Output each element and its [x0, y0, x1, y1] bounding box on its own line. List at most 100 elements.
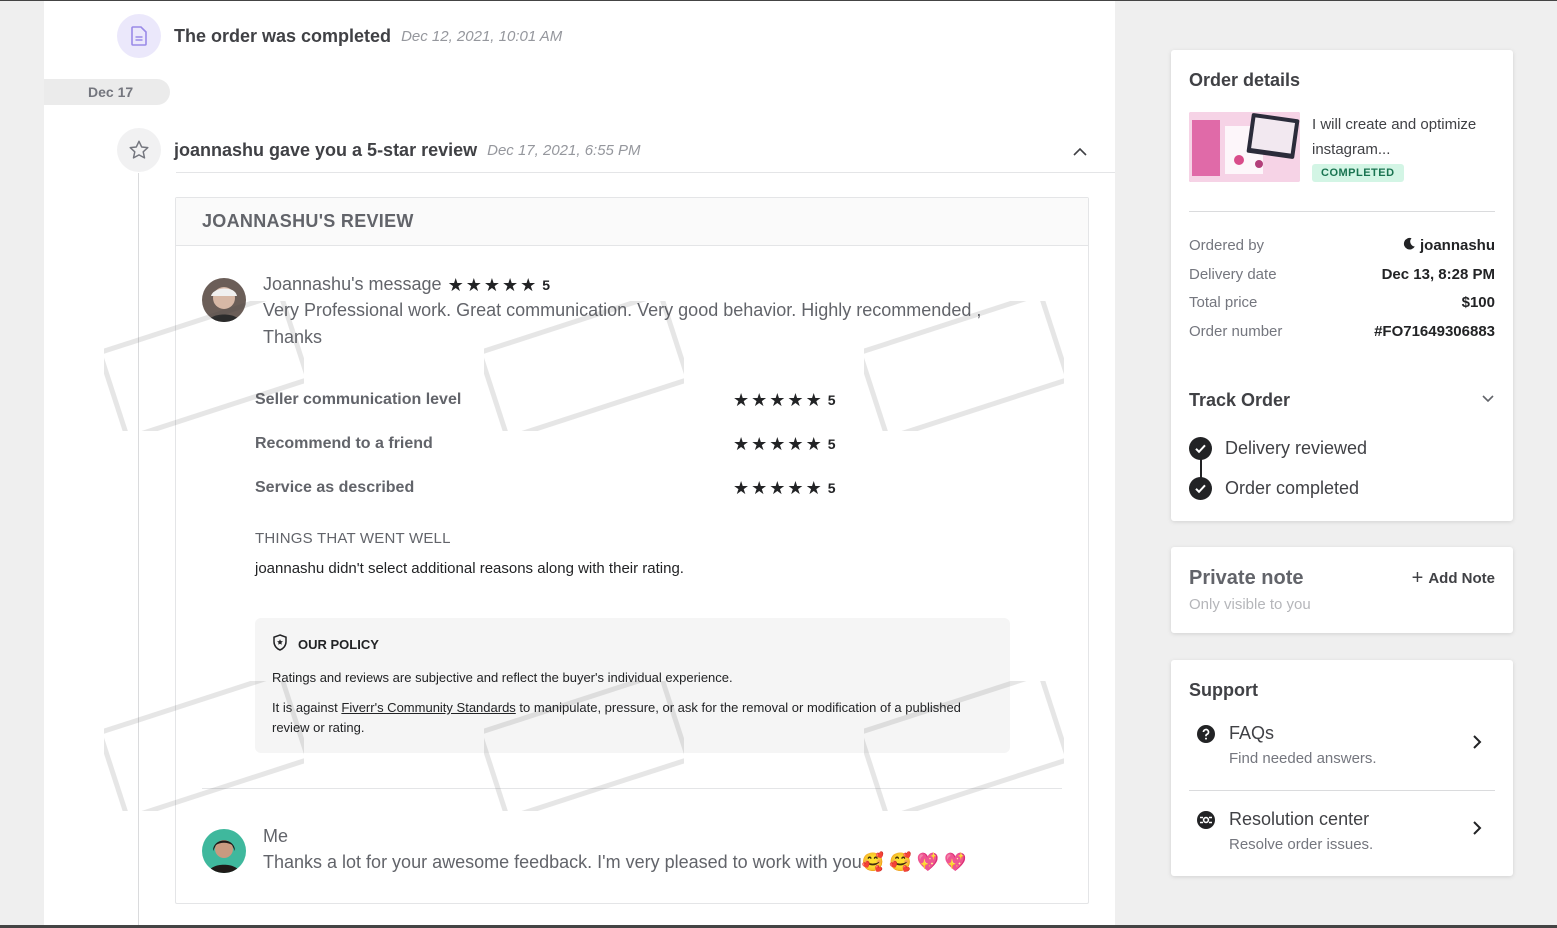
star-rating: ★ ★ ★ ★ ★ 5 — [733, 479, 836, 497]
detail-value: #FO71649306883 — [1374, 323, 1495, 340]
gig-title[interactable]: I will create and optimize instagram... — [1312, 112, 1502, 162]
star-icon: ★ — [805, 478, 822, 498]
detail-label: Order number — [1189, 323, 1283, 340]
policy-line-2: It is against Fiverr's Community Standar… — [272, 698, 993, 738]
went-well-text: joannashu didn't select additional reaso… — [255, 560, 684, 577]
star-icon: ★ — [751, 434, 768, 454]
policy-box: OUR POLICY Ratings and reviews are subje… — [255, 618, 1010, 753]
star-icon: ★ — [751, 390, 768, 410]
chevron-down-icon[interactable] — [1481, 391, 1495, 410]
support-item-label: FAQs — [1229, 723, 1275, 743]
date-separator: Dec 17 — [44, 79, 170, 105]
buyer-message-name: Joannashu's message — [263, 274, 442, 294]
order-details-title: Order details — [1189, 70, 1301, 90]
detail-value: $100 — [1461, 294, 1495, 311]
track-step-label: Order completed — [1225, 478, 1360, 498]
support-item-sub: Find needed answers. — [1229, 750, 1377, 767]
rating-label: Seller communication level — [255, 391, 462, 408]
event-date: Dec 17, 2021, 6:55 PM — [487, 141, 641, 159]
star-icon: ★ — [465, 274, 482, 295]
question-circle-icon — [1197, 725, 1215, 743]
chevron-right-icon — [1471, 819, 1483, 837]
went-well-title: THINGS THAT WENT WELL — [255, 530, 451, 547]
star-outline-icon — [117, 128, 161, 172]
detail-label: Total price — [1189, 294, 1258, 311]
chevron-right-icon — [1471, 733, 1483, 751]
policy-prefix: It is against — [272, 700, 342, 715]
divider — [1189, 790, 1495, 791]
detail-value[interactable]: joannashu — [1420, 237, 1495, 254]
star-icon: ★ — [769, 478, 786, 498]
track-order-title: Track Order — [1189, 390, 1291, 410]
divider — [202, 788, 1062, 789]
add-note-label: Add Note — [1428, 569, 1495, 587]
plus-icon: + — [1411, 567, 1424, 589]
order-details-card: Order details I will create and optimize… — [1171, 50, 1513, 521]
buyer-message: Joannashu's message ★ ★ ★ ★ ★ 5 Very Pro… — [263, 274, 1043, 351]
buyer-message-text: Very Professional work. Great communicat… — [263, 300, 982, 347]
private-note-title: Private note — [1189, 567, 1304, 589]
star-icon: ★ — [447, 274, 464, 295]
policy-line-1: Ratings and reviews are subjective and r… — [272, 670, 733, 685]
track-step-label: Delivery reviewed — [1225, 438, 1368, 458]
check-circle-icon — [1189, 477, 1212, 500]
star-rating: ★ ★ ★ ★ ★ 5 — [733, 435, 836, 453]
moon-icon — [1403, 237, 1416, 254]
event-date: Dec 12, 2021, 10:01 AM — [401, 27, 563, 45]
rating-value: 5 — [827, 392, 836, 408]
divider — [176, 172, 1115, 173]
review-card: JOANNASHU'S REVIEW Joannashu's message ★… — [175, 197, 1089, 904]
star-icon: ★ — [769, 390, 786, 410]
rating-value: 5 — [827, 436, 836, 452]
status-badge: COMPLETED — [1312, 164, 1404, 182]
add-note-button[interactable]: + Add Note — [1412, 568, 1495, 588]
rating-value: 5 — [827, 480, 836, 496]
star-icon: ★ — [787, 478, 804, 498]
timeline-line — [138, 173, 139, 925]
community-standards-link[interactable]: Fiverr's Community Standards — [341, 700, 515, 715]
gig-thumbnail[interactable] — [1189, 112, 1300, 182]
shield-icon — [272, 634, 288, 654]
rating-value: 5 — [542, 276, 551, 293]
detail-ordered-by: Ordered by joannashu — [1189, 237, 1495, 254]
seller-reply-text: Thanks a lot for your awesome feedback. … — [263, 852, 967, 872]
star-icon: ★ — [787, 434, 804, 454]
support-item-resolution-center[interactable]: Resolution center Resolve order issues. — [1189, 809, 1495, 869]
track-step: Delivery reviewed — [1189, 437, 1367, 460]
rating-row: Service as described ★ ★ ★ ★ ★ 5 — [255, 478, 855, 498]
detail-order-number: Order number #FO71649306883 — [1189, 323, 1495, 340]
divider — [1189, 211, 1495, 212]
private-note-card: Private note Only visible to you + Add N… — [1171, 547, 1513, 633]
policy-title: OUR POLICY — [298, 636, 379, 652]
rating-row: Recommend to a friend ★ ★ ★ ★ ★ 5 — [255, 434, 855, 454]
star-rating: ★ ★ ★ ★ ★ 5 — [448, 276, 551, 294]
event-title: joannashu gave you a 5-star review — [174, 139, 478, 160]
star-icon: ★ — [751, 478, 768, 498]
gig-summary[interactable]: I will create and optimize instagram... … — [1189, 112, 1502, 182]
support-item-sub: Resolve order issues. — [1229, 836, 1374, 853]
support-item-faqs[interactable]: FAQs Find needed answers. — [1189, 723, 1495, 783]
star-rating: ★ ★ ★ ★ ★ 5 — [733, 391, 836, 409]
event-order-completed: The order was completed Dec 12, 2021, 10… — [117, 14, 562, 58]
seller-reply: Me Thanks a lot for your awesome feedbac… — [263, 826, 1063, 876]
event-title: The order was completed — [174, 25, 392, 46]
star-icon: ★ — [805, 434, 822, 454]
track-connector — [1200, 459, 1202, 479]
star-icon: ★ — [733, 434, 750, 454]
star-icon: ★ — [787, 390, 804, 410]
review-header: JOANNASHU'S REVIEW — [176, 198, 1088, 246]
detail-label: Delivery date — [1189, 266, 1277, 283]
support-card: Support FAQs Find needed answers. Resolu… — [1171, 660, 1513, 876]
seller-avatar — [202, 829, 246, 873]
star-icon: ★ — [805, 390, 822, 410]
rating-row: Seller communication level ★ ★ ★ ★ ★ 5 — [255, 390, 855, 410]
seller-reply-name: Me — [263, 826, 289, 846]
star-icon: ★ — [769, 434, 786, 454]
lifebuoy-icon — [1197, 811, 1215, 829]
star-icon: ★ — [483, 274, 500, 295]
support-title: Support — [1189, 680, 1258, 700]
track-order-toggle[interactable]: Track Order — [1189, 390, 1495, 411]
star-icon: ★ — [520, 274, 537, 295]
chevron-up-icon[interactable] — [1072, 144, 1088, 160]
event-review: joannashu gave you a 5-star review Dec 1… — [117, 128, 641, 172]
